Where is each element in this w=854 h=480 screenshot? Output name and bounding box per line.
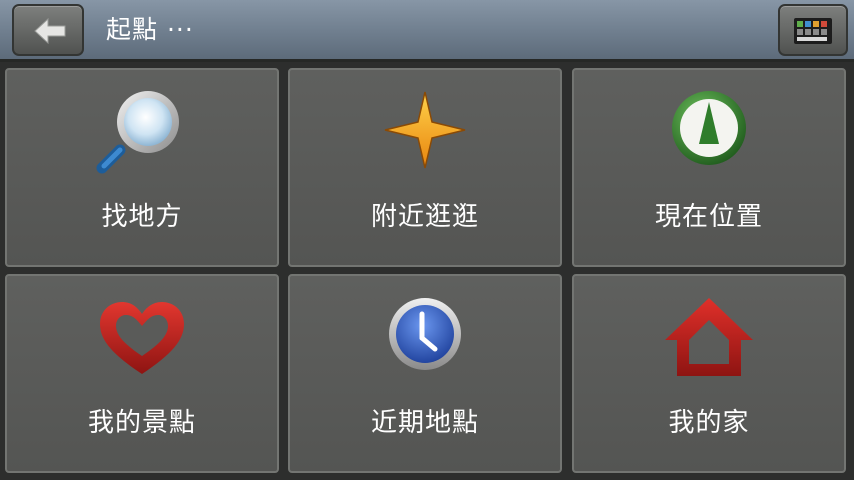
tile-label: 現在位置 [654,202,763,232]
tile-label: 近期地點 [370,408,479,438]
current-position-icon [659,88,759,178]
tile-nearby[interactable]: 附近逛逛 [288,68,562,267]
tile-my-places[interactable]: 我的景點 [5,274,279,473]
tile-label: 我的家 [668,408,750,438]
tile-my-home[interactable]: 我的家 [572,274,846,473]
header-bar: 起點 ··· [0,0,854,62]
compass-star-icon [375,88,475,178]
back-arrow-icon [34,17,66,45]
tile-label: 找地方 [101,202,183,232]
tile-find-place[interactable]: 找地方 [5,68,279,267]
color-palette-menu-icon [794,18,832,44]
tile-label: 附近逛逛 [370,202,479,232]
tile-label: 我的景點 [87,408,196,438]
start-point-screen: 起點 ··· 找地方 附近逛逛 現在位置 我的景點 近期地點 我的家 [0,0,854,480]
tile-recent-places[interactable]: 近期地點 [288,274,562,473]
home-icon [659,294,759,384]
back-button[interactable] [12,4,84,56]
tile-current-position[interactable]: 現在位置 [572,68,846,267]
heart-favorites-icon [92,294,192,384]
magnifier-search-icon [92,88,192,178]
menu-button[interactable] [778,4,848,56]
clock-recent-icon [375,294,475,384]
page-title: 起點 ··· [106,15,194,44]
